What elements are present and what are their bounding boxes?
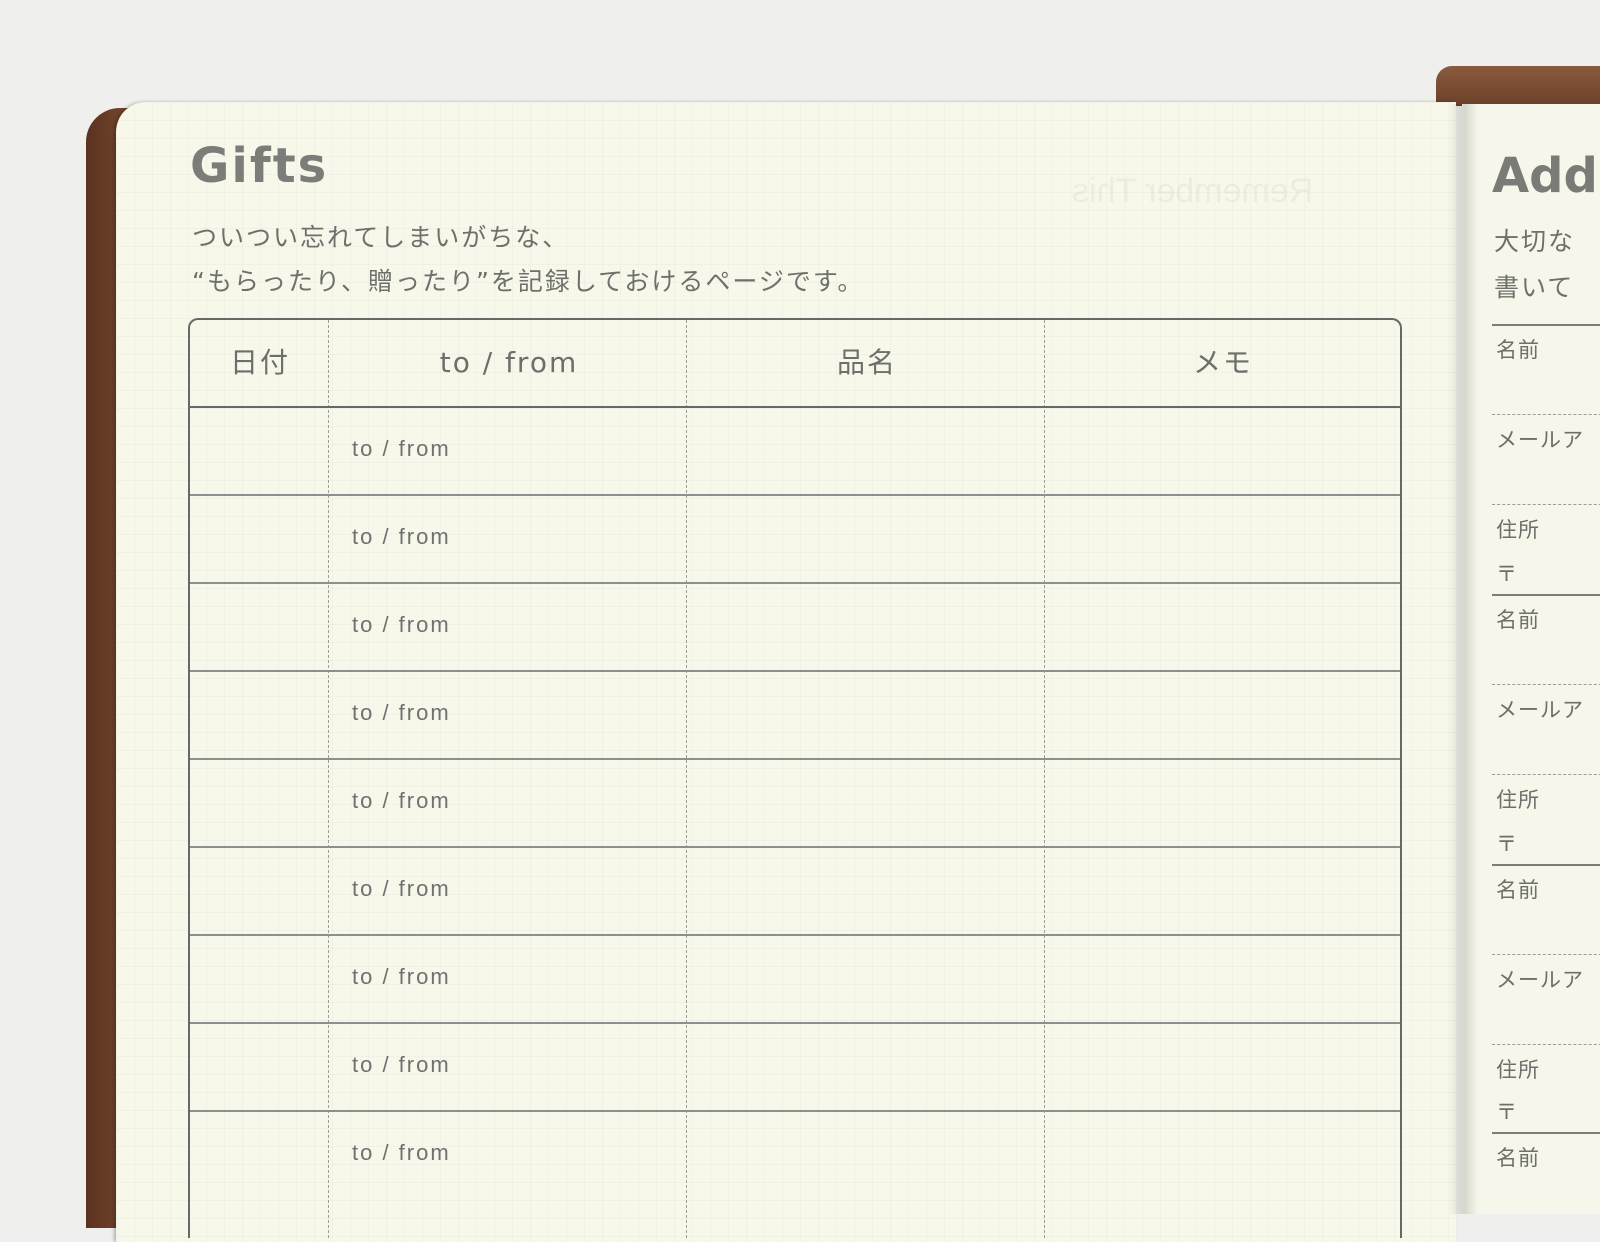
- page-subtitle-line2: “もらったり、贈ったり”を記録しておけるページです。: [192, 267, 865, 296]
- table-row[interactable]: to / from: [190, 760, 1400, 848]
- address-label-name: 名前: [1496, 608, 1540, 632]
- address-divider: [1492, 774, 1600, 775]
- address-divider: [1492, 414, 1600, 415]
- header-memo: メモ: [1192, 346, 1253, 379]
- address-label-email: メールア: [1496, 968, 1584, 992]
- address-label-address: 住所: [1496, 518, 1540, 542]
- page-gutter: [1448, 104, 1478, 1214]
- row-to-from-label: to / from: [352, 788, 451, 813]
- address-label-email: メールア: [1496, 428, 1584, 452]
- row-to-from-label: to / from: [352, 436, 451, 461]
- table-row[interactable]: to / from: [190, 848, 1400, 936]
- row-to-from-label: to / from: [352, 700, 451, 725]
- address-divider: [1492, 864, 1600, 866]
- address-label-name: 名前: [1496, 1146, 1540, 1170]
- table-row[interactable]: to / from: [190, 408, 1400, 496]
- address-divider: [1492, 954, 1600, 955]
- table-row[interactable]: to / from: [190, 496, 1400, 584]
- notebook-cover-right: [1436, 66, 1600, 106]
- table-row[interactable]: to / from: [190, 1112, 1400, 1200]
- table-row[interactable]: to / from: [190, 1024, 1400, 1112]
- table-row[interactable]: to / from: [190, 936, 1400, 1024]
- address-label-name: 名前: [1496, 878, 1540, 902]
- address-label-address: 住所: [1496, 788, 1540, 812]
- page-title: Gifts: [190, 138, 329, 194]
- row-to-from-label: to / from: [352, 964, 451, 989]
- table-row[interactable]: to / from: [190, 672, 1400, 760]
- address-label-email: メールア: [1496, 698, 1584, 722]
- address-label-address: 住所: [1496, 1058, 1540, 1082]
- address-divider: [1492, 1044, 1600, 1045]
- row-to-from-label: to / from: [352, 1052, 451, 1077]
- show-through-text: Remember This: [1072, 172, 1314, 210]
- address-label-postal: 〒: [1496, 832, 1518, 856]
- table-header: 日付 to / from 品名 メモ: [190, 320, 1400, 408]
- address-divider: [1492, 324, 1600, 326]
- row-to-from-label: to / from: [352, 876, 451, 901]
- address-page-subtitle-line2: 書いて: [1494, 273, 1575, 302]
- row-to-from-label: to / from: [352, 1140, 451, 1165]
- address-divider: [1492, 1132, 1600, 1134]
- address-divider: [1492, 684, 1600, 685]
- address-label-postal: 〒: [1496, 562, 1518, 586]
- row-to-from-label: to / from: [352, 524, 451, 549]
- header-item-name: 品名: [836, 346, 897, 379]
- header-to-from: to / from: [439, 346, 579, 379]
- address-divider: [1492, 594, 1600, 596]
- page-subtitle-line1: ついつい忘れてしまいがちな、: [192, 223, 570, 252]
- address-divider: [1492, 504, 1600, 505]
- address-label-postal: 〒: [1496, 1100, 1518, 1124]
- address-label-name: 名前: [1496, 338, 1540, 362]
- row-to-from-label: to / from: [352, 612, 451, 637]
- gifts-table: 日付 to / from 品名 メモ to / from to / from t…: [188, 318, 1402, 1238]
- table-row[interactable]: to / from: [190, 584, 1400, 672]
- header-date: 日付: [229, 346, 290, 379]
- address-page-title: Add: [1492, 148, 1598, 204]
- address-page-subtitle-line1: 大切な: [1494, 227, 1576, 256]
